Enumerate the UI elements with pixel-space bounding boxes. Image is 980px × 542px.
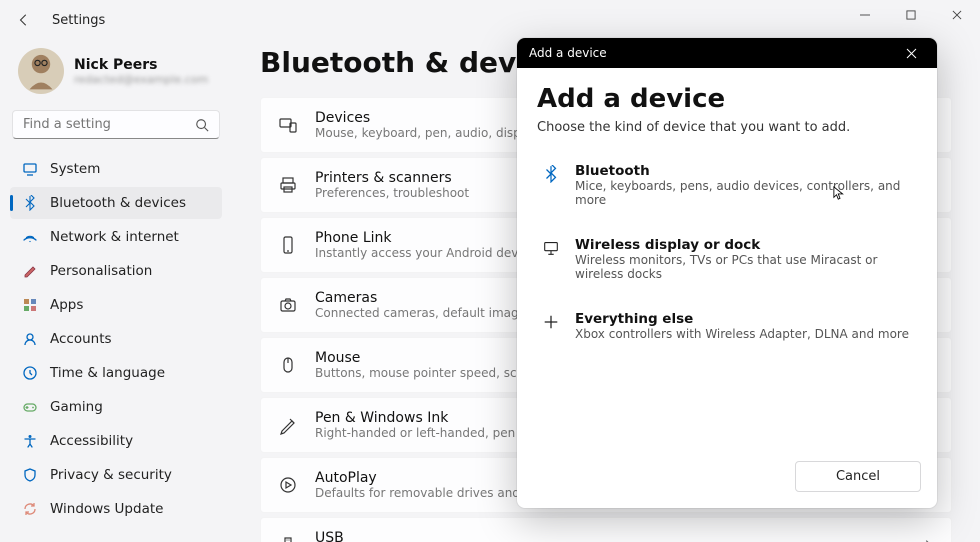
avatar [18,48,64,94]
maximize-button[interactable] [888,0,934,30]
option-title: Wireless display or dock [575,237,913,253]
sidebar-item-bluetooth[interactable]: Bluetooth & devices [10,187,222,219]
dialog-close-button[interactable] [897,38,925,68]
cameras-icon [277,294,299,316]
search-box[interactable] [12,110,220,139]
option-title: Everything else [575,311,909,327]
sidebar-item-personal[interactable]: Personalisation [10,255,222,287]
accounts-icon [22,331,38,347]
pen-icon [277,414,299,436]
phone-icon [277,234,299,256]
bluetooth-icon [22,195,38,211]
device-option-bt[interactable]: BluetoothMice, keyboards, pens, audio de… [537,151,917,225]
sidebar-item-label: Personalisation [50,263,152,279]
close-icon [906,48,917,59]
cancel-button[interactable]: Cancel [795,461,921,492]
add-device-dialog: Add a device Add a device Choose the kin… [517,38,937,508]
device-option-wd[interactable]: Wireless display or dockWireless monitor… [537,225,917,299]
network-icon [22,229,38,245]
sidebar-item-label: Windows Update [50,501,163,517]
sidebar-item-access[interactable]: Accessibility [10,425,222,457]
ee-icon [541,312,561,332]
sidebar-item-accounts[interactable]: Accounts [10,323,222,355]
access-icon [22,433,38,449]
sidebar-item-label: Accounts [50,331,112,347]
mouse-icon [277,354,299,376]
dialog-subtitle: Choose the kind of device that you want … [537,120,917,135]
profile-name: Nick Peers [74,57,208,73]
search-icon [195,118,209,132]
option-desc: Xbox controllers with Wireless Adapter, … [575,327,909,341]
option-title: Bluetooth [575,163,913,179]
sidebar-item-label: Bluetooth & devices [50,195,186,211]
option-desc: Wireless monitors, TVs or PCs that use M… [575,253,913,281]
sidebar-item-system[interactable]: System [10,153,222,185]
privacy-icon [22,467,38,483]
back-arrow-icon [17,13,31,27]
bt-icon [541,164,561,184]
sidebar-item-network[interactable]: Network & internet [10,221,222,253]
time-icon [22,365,38,381]
sidebar-item-label: Time & language [50,365,165,381]
chevron-right-icon [921,538,935,542]
minimize-icon [860,10,870,20]
devices-icon [277,114,299,136]
profile-email: redacted@example.com [74,73,208,86]
dialog-header-title: Add a device [529,46,607,60]
profile-block[interactable]: Nick Peers redacted@example.com [10,40,222,110]
apps-icon [22,297,38,313]
minimize-button[interactable] [842,0,888,30]
usb-icon [277,534,299,542]
maximize-icon [906,10,916,20]
setting-title: USB [315,530,905,542]
option-desc: Mice, keyboards, pens, audio devices, co… [575,179,913,207]
sidebar-item-label: Accessibility [50,433,133,449]
back-button[interactable] [8,4,40,36]
close-window-button[interactable] [934,0,980,30]
sidebar-item-label: System [50,161,100,177]
sidebar-item-gaming[interactable]: Gaming [10,391,222,423]
sidebar-item-privacy[interactable]: Privacy & security [10,459,222,491]
device-option-ee[interactable]: Everything elseXbox controllers with Wir… [537,299,917,359]
window-title: Settings [52,13,105,28]
dialog-title: Add a device [537,84,917,114]
sidebar-item-time[interactable]: Time & language [10,357,222,389]
setting-row-usb[interactable]: USBNotifications, USB battery saver, mob… [260,517,952,542]
sidebar-item-apps[interactable]: Apps [10,289,222,321]
update-icon [22,501,38,517]
personal-icon [22,263,38,279]
sidebar-item-label: Privacy & security [50,467,172,483]
printers-icon [277,174,299,196]
system-icon [22,161,38,177]
wd-icon [541,238,561,258]
gaming-icon [22,399,38,415]
sidebar-item-update[interactable]: Windows Update [10,493,222,525]
sidebar-item-label: Network & internet [50,229,179,245]
autoplay-icon [277,474,299,496]
sidebar-item-label: Gaming [50,399,103,415]
close-icon [952,10,962,20]
sidebar-item-label: Apps [50,297,83,313]
search-input[interactable] [23,117,195,132]
